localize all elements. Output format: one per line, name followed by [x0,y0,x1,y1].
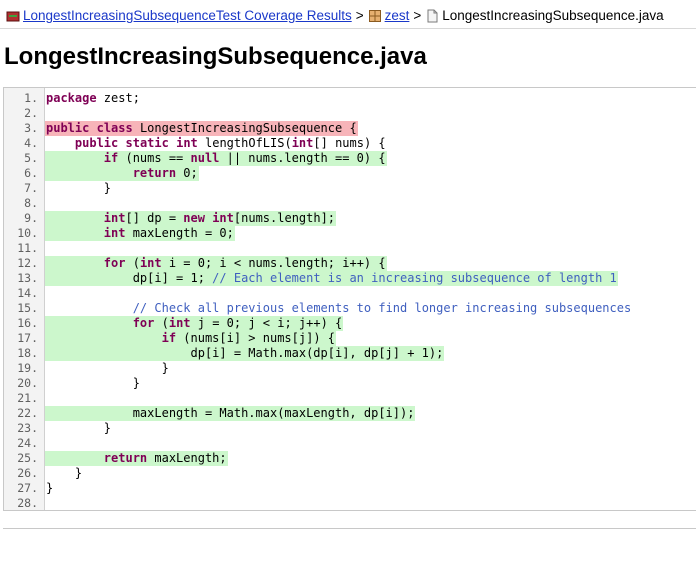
line-number: 2. [24,106,38,120]
code-text: return maxLength; [45,451,228,466]
code-line: 12. for (int i = 0; i < nums.length; i++… [4,256,696,271]
source-code-view: 1. package zest; 2. 3. public class LongestI… [3,87,696,511]
code-text: int[] dp = new int[nums.length]; [45,211,337,226]
breadcrumb-separator: > [413,8,422,23]
code-text: for (int j = 0; j < i; j++) { [45,316,344,331]
page-title: LongestIncreasingSubsequence.java [4,43,427,70]
code-line: 17. if (nums[i] > nums[j]) { [4,331,696,346]
code-line: 10. int maxLength = 0; [4,226,696,241]
line-number: 25. [17,451,38,465]
code-line: 23. } [4,421,696,436]
line-number: 17. [17,331,38,345]
code-line: 6. return 0; [4,166,696,181]
line-number: 14. [17,286,38,300]
code-line: 7. } [4,181,696,196]
code-text: if (nums[i] > nums[j]) { [45,331,336,346]
java-file-icon [425,9,439,23]
line-number: 8. [24,196,38,210]
code-line: 4. public static int lengthOfLIS(int[] n… [4,136,696,151]
line-number: 10. [17,226,38,240]
code-line: 5. if (nums == null || nums.length == 0)… [4,151,696,166]
footer-divider [3,528,696,529]
code-line: 9. int[] dp = new int[nums.length]; [4,211,696,226]
code-line: 2. [4,106,696,121]
code-text: package zest; [46,91,140,105]
code-text: // Check all previous elements to find l… [132,301,632,315]
code-line: 21. [4,391,696,406]
code-line: 14. [4,286,696,301]
line-number: 4. [24,136,38,150]
code-line: 3. public class LongestIncreasingSubseque… [4,121,696,136]
code-text: } [46,466,83,480]
code-text: } [46,361,169,375]
header-divider [0,28,696,29]
line-number: 21. [17,391,38,405]
code-line: 20. } [4,376,696,391]
line-number: 15. [17,301,38,315]
code-line: 22. maxLength = Math.max(maxLength, dp[i… [4,406,696,421]
code-text: if (nums == null || nums.length == 0) { [45,151,387,166]
line-number: 3. [24,121,38,135]
code-line: 11. [4,241,696,256]
code-text: dp[i] = 1; // Each element is an increas… [45,271,618,286]
line-number: 20. [17,376,38,390]
line-number: 5. [24,151,38,165]
code-line: 24. [4,436,696,451]
line-number: 13. [17,271,38,285]
code-text: for (int i = 0; i < nums.length; i++) { [45,256,387,271]
line-number: 23. [17,421,38,435]
code-text: } [46,181,112,195]
line-number: 16. [17,316,38,330]
line-number: 1. [24,91,38,105]
code-text: } [46,376,140,390]
code-text: maxLength = Math.max(maxLength, dp[i]); [45,406,416,421]
code-line: 13. dp[i] = 1; // Each element is an inc… [4,271,696,286]
code-text: int maxLength = 0; [45,226,235,241]
code-line: 28. [4,496,696,511]
line-number: 27. [17,481,38,495]
line-number: 11. [17,241,38,255]
code-line: 8. [4,196,696,211]
breadcrumb: LongestIncreasingSubsequenceTest Coverag… [6,7,664,25]
line-number: 12. [17,256,38,270]
line-number: 28. [17,496,38,510]
line-number: 7. [24,181,38,195]
code-line: 18. dp[i] = Math.max(dp[i], dp[j] + 1); [4,346,696,361]
line-number: 24. [17,436,38,450]
report-icon [6,9,20,23]
line-number: 26. [17,466,38,480]
line-number: 22. [17,406,38,420]
code-text: dp[i] = Math.max(dp[i], dp[j] + 1); [45,346,445,361]
code-line: 27.} [4,481,696,496]
code-line: 26. } [4,466,696,481]
line-number: 9. [24,211,38,225]
code-text: public class LongestIncreasingSubsequenc… [45,121,358,136]
code-line: 16. for (int j = 0; j < i; j++) { [4,316,696,331]
code-line: 19. } [4,361,696,376]
code-line: 15. // Check all previous elements to fi… [4,301,696,316]
code-text: public static int lengthOfLIS(int[] nums… [74,136,386,150]
package-icon [368,9,382,23]
breadcrumb-package-link[interactable]: zest [385,7,410,25]
code-line: 1. package zest; [4,91,696,106]
breadcrumb-current-file: LongestIncreasingSubsequence.java [442,8,664,23]
line-number: 6. [24,166,38,180]
code-text: } [46,481,54,495]
code-text: } [46,421,112,435]
breadcrumb-separator: > [355,8,364,23]
breadcrumb-report-link[interactable]: LongestIncreasingSubsequenceTest Coverag… [23,7,352,25]
line-number: 19. [17,361,38,375]
code-line: 25. return maxLength; [4,451,696,466]
line-number: 18. [17,346,38,360]
code-text: return 0; [45,166,199,181]
